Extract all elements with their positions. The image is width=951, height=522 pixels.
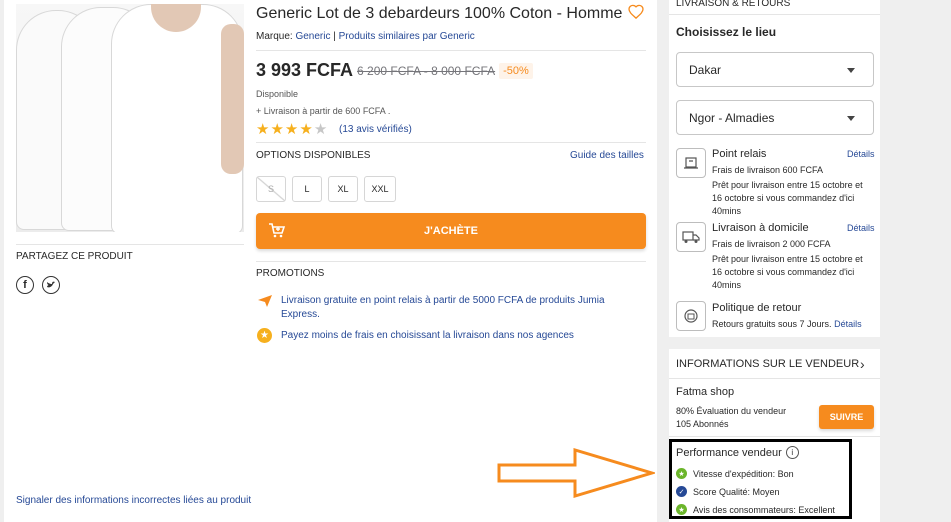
star-icon: ★: [256, 121, 270, 138]
facebook-icon[interactable]: f: [16, 276, 34, 294]
size-option-xxl[interactable]: XXL: [364, 176, 396, 202]
buy-button[interactable]: J'ACHÈTE: [256, 213, 646, 249]
return-policy-icon: [676, 301, 706, 331]
brand-prefix: Marque:: [256, 31, 296, 42]
performance-heading: Performance vendeur i: [676, 446, 799, 459]
product-title: Generic Lot de 3 debardeurs 100% Coton -…: [256, 5, 623, 22]
brand-sep: |: [330, 31, 339, 42]
star-badge-icon: ★: [257, 328, 272, 343]
delivery-truck-icon: [676, 222, 706, 252]
area-value: Ngor - Almadies: [689, 110, 775, 125]
brand-line: Marque: Generic | Produits similaires pa…: [256, 31, 475, 42]
model-arm: [221, 24, 244, 174]
metric-row: ✓ Score Qualité: Moyen: [676, 486, 780, 497]
pickup-fee: Frais de livraison 600 FCFA: [712, 165, 824, 175]
chevron-down-icon: [847, 116, 855, 121]
send-icon: [257, 294, 273, 313]
annotation-arrow-icon: [497, 447, 658, 503]
current-price: 3 993 FCFA: [256, 60, 354, 80]
divider: [669, 14, 880, 15]
old-price: 6 200 FCFA - 8 000 FCFA: [357, 63, 496, 78]
seller-rating: 80% Évaluation du vendeur: [676, 406, 787, 416]
home-eta: Prêt pour livraison entre 15 octobre et …: [712, 254, 863, 290]
metric-row: ★ Vitesse d'expédition: Bon: [676, 468, 794, 479]
size-label: L: [304, 184, 310, 194]
return-policy-title: Politique de retour: [712, 302, 802, 314]
product-image[interactable]: [16, 4, 244, 232]
metric-row: ★ Avis des consommateurs: Excellent: [676, 504, 835, 515]
seller-heading[interactable]: INFORMATIONS SUR LE VENDEUR: [676, 358, 859, 370]
size-label: S: [267, 184, 274, 194]
availability: Disponible: [256, 89, 299, 99]
divider: [256, 261, 646, 262]
star-badge-icon: ★: [676, 468, 687, 479]
seller-performance: Performance vendeur i ★ Vitesse d'expédi…: [669, 439, 852, 519]
divider: [16, 244, 244, 245]
discount-badge: -50%: [499, 62, 533, 79]
promotion-item[interactable]: Livraison gratuite en point relais à par…: [281, 294, 631, 322]
star-icon: ★: [299, 121, 313, 138]
similar-products-link[interactable]: Produits similaires par Generic: [339, 31, 475, 42]
share-heading: PARTAGEZ CE PRODUIT: [16, 251, 133, 262]
home-delivery-title: Livraison à domicile: [712, 222, 809, 234]
chevron-down-icon: [847, 68, 855, 73]
divider: [256, 142, 646, 143]
performance-heading-label: Performance vendeur: [676, 446, 782, 459]
divider: [256, 50, 646, 51]
promotions-heading: PROMOTIONS: [256, 268, 325, 279]
city-value: Dakar: [689, 62, 722, 77]
promotion-item[interactable]: Payez moins de frais en choisissant la l…: [281, 330, 574, 341]
pickup-title: Point relais: [712, 148, 767, 160]
seller-name: Fatma shop: [676, 386, 735, 398]
choose-place-label: Choisissez le lieu: [676, 25, 777, 39]
report-link[interactable]: Signaler des informations incorrectes li…: [16, 495, 251, 506]
options-heading: OPTIONS DISPONIBLES: [256, 150, 371, 161]
wishlist-heart-icon[interactable]: [628, 4, 644, 24]
seller-followers: 105 Abonnés: [676, 419, 729, 429]
info-icon[interactable]: i: [785, 446, 799, 459]
metric-label: Vitesse d'expédition: Bon: [693, 468, 794, 479]
follow-button[interactable]: SUIVRE: [819, 405, 874, 429]
size-option-l[interactable]: L: [292, 176, 322, 202]
star-icon: ★: [284, 121, 299, 138]
star-empty-icon: ★: [313, 121, 328, 138]
size-label: XXL: [371, 184, 389, 194]
city-select[interactable]: Dakar: [676, 52, 874, 87]
rating-stars[interactable]: ★ ★ ★ ★ ★: [256, 122, 327, 137]
size-guide-link[interactable]: Guide des tailles: [570, 150, 644, 161]
return-details-link[interactable]: Détails: [834, 319, 862, 329]
pickup-point-icon: [676, 148, 706, 178]
delivery-heading: LIVRAISON & RETOURS: [676, 0, 791, 9]
reviews-link[interactable]: (13 avis vérifiés): [339, 124, 412, 135]
pickup-eta: Prêt pour livraison entre 15 octobre et …: [712, 180, 863, 216]
pickup-details-link[interactable]: Détails: [847, 149, 875, 159]
divider: [669, 436, 880, 437]
chevron-right-icon[interactable]: ›: [860, 356, 865, 372]
cart-add-icon: [268, 222, 286, 241]
size-label: XL: [337, 184, 349, 194]
follow-button-label: SUIVRE: [829, 412, 864, 422]
delivery-note: + Livraison à partir de 600 FCFA .: [256, 106, 391, 116]
size-option-xl[interactable]: XL: [328, 176, 358, 202]
size-option-s[interactable]: S: [256, 176, 286, 202]
area-select[interactable]: Ngor - Almadies: [676, 100, 874, 135]
star-badge-icon: ★: [676, 504, 687, 515]
price-line: 3 993 FCFA 6 200 FCFA - 8 000 FCFA -50%: [256, 60, 533, 81]
home-details-link[interactable]: Détails: [847, 223, 875, 233]
metric-label: Score Qualité: Moyen: [693, 486, 780, 497]
home-fee: Frais de livraison 2 000 FCFA: [712, 239, 831, 249]
check-badge-icon: ✓: [676, 486, 687, 497]
return-policy-desc: Retours gratuits sous 7 Jours.: [712, 319, 832, 329]
brand-link[interactable]: Generic: [295, 31, 330, 42]
star-icon: ★: [270, 121, 284, 138]
twitter-icon[interactable]: [42, 276, 60, 294]
buy-button-label: J'ACHÈTE: [424, 225, 478, 237]
divider: [669, 378, 880, 379]
metric-label: Avis des consommateurs: Excellent: [693, 504, 835, 515]
return-policy-text: Retours gratuits sous 7 Jours. Détails: [712, 318, 862, 331]
